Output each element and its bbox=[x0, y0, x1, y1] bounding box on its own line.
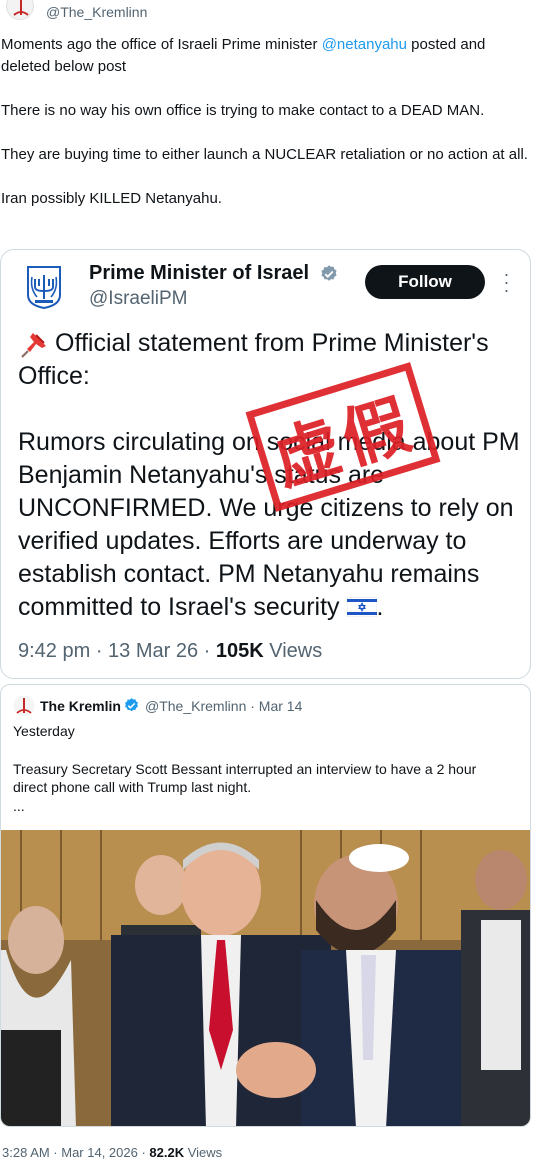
embedded-views-label: Views bbox=[263, 640, 323, 662]
quoted-photo[interactable] bbox=[1, 830, 531, 1127]
tweet-paragraph-2: There is no way his own office is trying… bbox=[1, 102, 485, 119]
tweet-paragraph-1: Moments ago the office of Israeli Prime … bbox=[1, 34, 536, 78]
quoted-text-line: Yesterday bbox=[13, 723, 75, 739]
more-icon[interactable]: · · · bbox=[499, 265, 513, 299]
israel-flag-icon bbox=[346, 597, 377, 617]
tweet-footer-meta: 3:28 AM · Mar 14, 2026 · 82.2K Views bbox=[2, 1145, 222, 1160]
quoted-text-ellipsis: ... bbox=[13, 798, 25, 814]
embedded-author-handle: @IsraeliPM bbox=[89, 288, 188, 309]
tweet-text: Moments ago the office of Israeli Prime … bbox=[1, 34, 536, 232]
statement-body-end: . bbox=[376, 593, 384, 621]
tweet-views-count: 82.2K bbox=[149, 1145, 185, 1160]
netanyahu-mention-link[interactable]: @netanyahu bbox=[322, 36, 407, 53]
embedded-post-meta: 9:42 pm · 13 Mar 26 · 105K Views bbox=[18, 640, 322, 663]
embedded-author-name: Prime Minister of Israel bbox=[89, 262, 310, 284]
author-handle[interactable]: @The_Kremlinn bbox=[46, 4, 147, 20]
follow-button[interactable]: Follow bbox=[365, 265, 485, 299]
quoted-tweet[interactable]: The Kremlin @The_Kremlinn · Mar 14 Yeste… bbox=[0, 684, 531, 1127]
kremlin-avatar-icon[interactable] bbox=[13, 695, 35, 717]
verified-badge-icon bbox=[321, 265, 337, 281]
quoted-author-name[interactable]: The Kremlin bbox=[40, 698, 121, 714]
embedded-post-screenshot[interactable]: Prime Minister of Israel @IsraeliPM Foll… bbox=[0, 249, 531, 679]
israel-emblem-icon bbox=[27, 266, 61, 309]
quoted-handle-date[interactable]: @The_Kremlinn · Mar 14 bbox=[145, 698, 302, 714]
verified-badge-icon bbox=[125, 698, 138, 712]
tweet-paragraph-3: They are buying time to either launch a … bbox=[1, 146, 528, 163]
tweet-timestamp[interactable]: 3:28 AM · Mar 14, 2026 · bbox=[2, 1145, 149, 1160]
statement-heading: Official statement from Prime Minister's… bbox=[18, 329, 489, 390]
tweet-views-label: Views bbox=[184, 1145, 223, 1160]
kremlin-avatar-icon[interactable] bbox=[6, 0, 34, 20]
embedded-views-count: 105K bbox=[215, 640, 264, 662]
tweet-header: @The_Kremlinn bbox=[0, 0, 540, 24]
quoted-text-body: Treasury Secretary Scott Bessant interru… bbox=[13, 761, 477, 795]
tweet-lead-text: Moments ago the office of Israeli Prime … bbox=[1, 36, 322, 53]
embedded-post-time: 9:42 pm · 13 Mar 26 · bbox=[18, 640, 216, 662]
tweet-paragraph-4: Iran possibly KILLED Netanyahu. bbox=[1, 190, 222, 207]
